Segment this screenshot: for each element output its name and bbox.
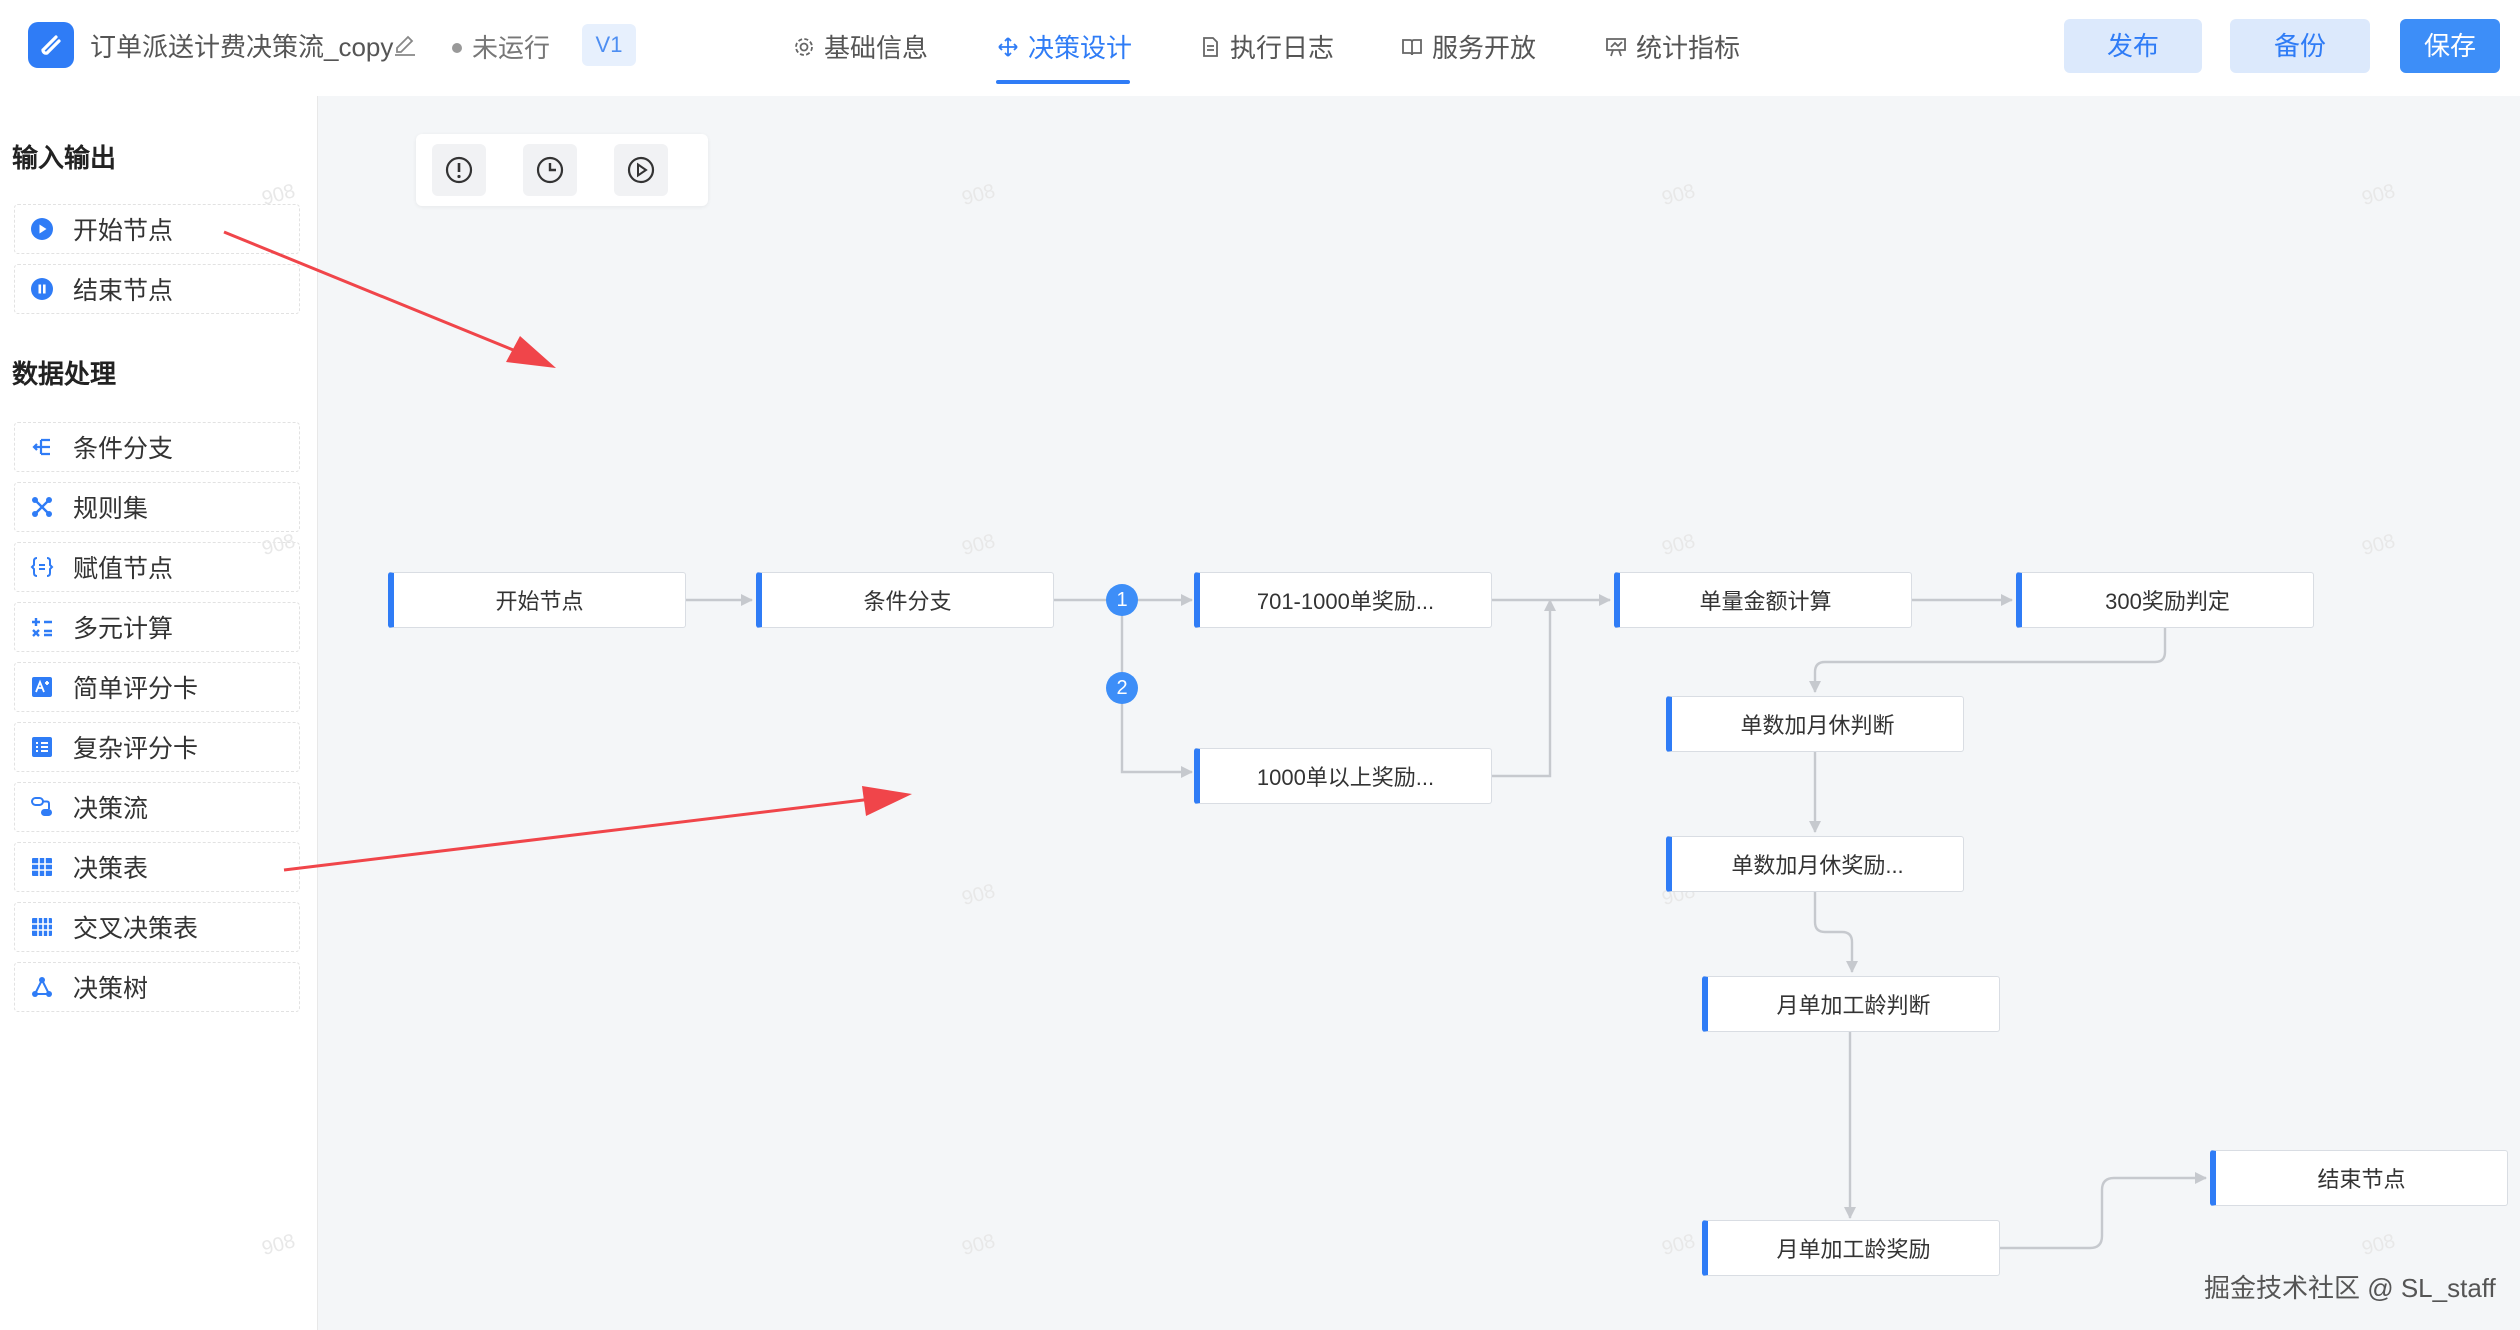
flow-title: 订单派送计费决策流_copy <box>90 32 394 62</box>
flow-node-start[interactable]: 开始节点 <box>388 572 686 628</box>
palette-item-complex-scorecard[interactable]: 复杂评分卡 <box>14 722 300 772</box>
flow-node-seniority-reward[interactable]: 月单加工龄奖励 <box>1702 1220 2000 1276</box>
palette-item-label: 赋值节点 <box>73 555 174 583</box>
assign-icon <box>29 554 55 580</box>
palette-item-label: 简单评分卡 <box>73 675 199 703</box>
tab-label: 决策设计 <box>1028 33 1133 63</box>
book-icon <box>1402 38 1422 55</box>
flow-icon <box>29 794 55 820</box>
palette-item-label: 决策树 <box>73 975 149 1003</box>
palette-item-label: 多元计算 <box>73 615 174 643</box>
palette-item-label: 开始节点 <box>73 217 174 245</box>
palette-item-label: 决策表 <box>73 855 149 883</box>
tab-label: 服务开放 <box>1432 33 1537 63</box>
section-title-data-processing: 数据处理 <box>12 359 117 389</box>
move-icon <box>998 36 1018 57</box>
palette-item-decision-flow[interactable]: 决策流 <box>14 782 300 832</box>
palette-item-condition-branch[interactable]: 条件分支 <box>14 422 300 472</box>
tab-label: 统计指标 <box>1636 33 1741 63</box>
palette-item-label: 条件分支 <box>73 435 174 463</box>
branch-badge-2[interactable]: 2 <box>1106 672 1138 704</box>
active-tab-indicator <box>996 80 1130 84</box>
palette-item-ruleset[interactable]: 规则集 <box>14 482 300 532</box>
flow-node-condition-branch[interactable]: 条件分支 <box>756 572 1054 628</box>
branch-icon <box>29 434 55 460</box>
app-logo <box>28 22 74 68</box>
flow-node-monthly-rest-judge[interactable]: 单数加月休判断 <box>1666 696 1964 752</box>
tab-decision-design[interactable]: 决策设计 <box>996 28 1132 65</box>
status-dot <box>452 43 462 53</box>
branch-badge-1[interactable]: 1 <box>1106 584 1138 616</box>
flow-canvas[interactable] <box>319 96 2520 1330</box>
pause-circle-icon <box>29 276 55 302</box>
section-title-io: 输入输出 <box>12 143 117 173</box>
palette-item-label: 交叉决策表 <box>73 915 199 943</box>
node-palette-sidebar: 输入输出 开始节点 结束节点 数据处理 条件分支 规则集 赋值节点 多元计算 简… <box>0 96 318 1330</box>
palette-item-simple-scorecard[interactable]: 简单评分卡 <box>14 662 300 712</box>
ruleset-icon <box>29 494 55 520</box>
tab-execution-log[interactable]: 执行日志 <box>1198 28 1334 65</box>
tab-basic-info[interactable]: 基础信息 <box>792 28 928 65</box>
canvas-toolbar <box>416 134 708 206</box>
palette-item-start-node[interactable]: 开始节点 <box>14 204 300 254</box>
scorecard-icon <box>29 674 55 700</box>
flow-node-reward-701-1000[interactable]: 701-1000单奖励... <box>1194 572 1492 628</box>
play-circle-icon <box>627 156 655 184</box>
palette-item-label: 复杂评分卡 <box>73 735 199 763</box>
complex-scorecard-icon <box>29 734 55 760</box>
version-badge: V1 <box>582 24 636 66</box>
tab-label: 基础信息 <box>824 33 929 63</box>
flow-node-monthly-rest-reward[interactable]: 单数加月休奖励... <box>1666 836 1964 892</box>
top-header: 订单派送计费决策流_copy 未运行 V1 基础信息 决策设计 执行日志 服务开… <box>0 0 2520 96</box>
flow-node-end[interactable]: 结束节点 <box>2210 1150 2508 1206</box>
flow-node-amount-calc[interactable]: 单量金额计算 <box>1614 572 1912 628</box>
history-button[interactable] <box>523 144 577 196</box>
palette-item-label: 决策流 <box>73 795 149 823</box>
flow-node-seniority-judge[interactable]: 月单加工龄判断 <box>1702 976 2000 1032</box>
tab-label: 执行日志 <box>1230 33 1335 63</box>
publish-button[interactable]: 发布 <box>2064 19 2202 73</box>
backup-button[interactable]: 备份 <box>2230 19 2370 73</box>
run-status: 未运行 <box>452 28 550 65</box>
gear-icon <box>795 37 813 56</box>
chart-icon <box>1606 37 1626 56</box>
table-icon <box>29 854 55 880</box>
credit-text: 掘金技术社区 @ SL_staff <box>2204 1273 2496 1303</box>
palette-item-assign-node[interactable]: 赋值节点 <box>14 542 300 592</box>
palette-item-label: 结束节点 <box>73 277 174 305</box>
edit-icon[interactable] <box>392 32 418 63</box>
palette-item-decision-table[interactable]: 决策表 <box>14 842 300 892</box>
flow-node-300-reward-judge[interactable]: 300奖励判定 <box>2016 572 2314 628</box>
tab-statistics[interactable]: 统计指标 <box>1604 28 1740 65</box>
palette-item-label: 规则集 <box>73 495 149 523</box>
tree-icon <box>29 974 55 1000</box>
palette-item-cross-decision-table[interactable]: 交叉决策表 <box>14 902 300 952</box>
save-button[interactable]: 保存 <box>2400 19 2500 73</box>
tab-service-open[interactable]: 服务开放 <box>1400 28 1536 65</box>
palette-item-end-node[interactable]: 结束节点 <box>14 264 300 314</box>
run-status-text: 未运行 <box>472 33 551 63</box>
clock-icon <box>536 156 564 184</box>
calculate-icon <box>29 614 55 640</box>
info-circle-icon <box>445 156 473 184</box>
document-icon <box>1203 36 1218 57</box>
info-button[interactable] <box>432 144 486 196</box>
flow-node-reward-1000-plus[interactable]: 1000单以上奖励... <box>1194 748 1492 804</box>
palette-item-multi-calc[interactable]: 多元计算 <box>14 602 300 652</box>
run-button[interactable] <box>614 144 668 196</box>
cross-table-icon <box>29 914 55 940</box>
play-circle-icon <box>29 216 55 242</box>
palette-item-decision-tree[interactable]: 决策树 <box>14 962 300 1012</box>
